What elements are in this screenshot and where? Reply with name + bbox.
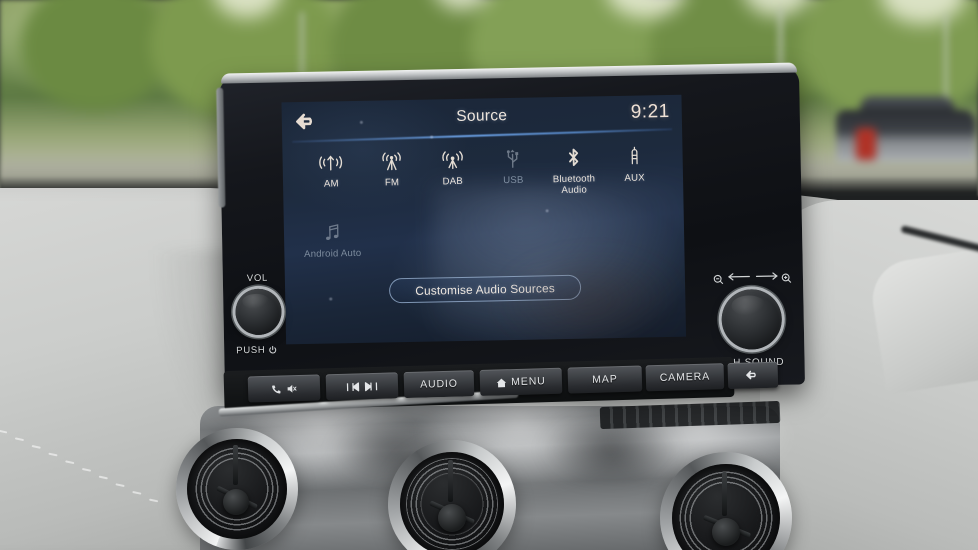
source-item-bluetooth[interactable]: Bluetooth Audio: [543, 144, 605, 197]
source-label: USB: [503, 174, 524, 187]
volume-knob-top-label: VOL: [246, 272, 269, 285]
aux-jack-icon: [624, 143, 644, 167]
zoom-out-icon: [713, 274, 724, 285]
source-label: AUX: [624, 172, 645, 184]
map-zoom-indicators: [713, 271, 792, 286]
source-label: Bluetooth Audio: [552, 173, 596, 197]
fm-antenna-icon: [377, 148, 405, 173]
am-antenna-icon: [317, 149, 345, 174]
source-item-fm[interactable]: FM: [361, 148, 423, 201]
source-grid: AM FM DAB USB Bluetooth Audio AUX Androi…: [300, 143, 666, 260]
bluetooth-icon: [562, 145, 584, 169]
phone-icon: [272, 384, 281, 393]
home-icon: [496, 378, 507, 387]
music-note-icon: [322, 219, 343, 243]
volume-knob-assembly: VOL PUSH: [229, 272, 293, 367]
source-label: FM: [384, 177, 400, 189]
customise-button-label: Customise Audio Sources: [415, 280, 556, 298]
zoom-out-arrow-icon: [727, 273, 750, 281]
screen-header-bar: Source 9:21: [282, 99, 683, 139]
usb-icon: [502, 146, 524, 170]
air-vent-left[interactable]: [176, 428, 298, 550]
hw-button-camera[interactable]: CAMERA: [645, 363, 725, 392]
mute-icon: [287, 384, 297, 393]
hw-button-phone-mute[interactable]: [247, 374, 321, 403]
source-item-android-auto[interactable]: Android Auto: [302, 218, 363, 260]
customise-audio-sources-button[interactable]: Customise Audio Sources: [388, 274, 582, 304]
hw-button-label: CAMERA: [659, 370, 711, 384]
zoom-in-arrow-icon: [755, 272, 778, 280]
next-track-icon: [364, 381, 378, 391]
source-item-usb[interactable]: USB: [482, 145, 544, 198]
volume-knob-bottom-label: PUSH: [236, 345, 277, 356]
power-icon: [269, 345, 277, 354]
hw-button-back[interactable]: [727, 361, 779, 390]
hw-button-track[interactable]: [325, 372, 399, 401]
sound-tune-knob[interactable]: [721, 288, 783, 350]
clock: 9:21: [630, 100, 670, 123]
hw-button-label: MAP: [592, 373, 618, 386]
photo-scene: Source 9:21 AM FM DAB USB Bluetooth Audi…: [0, 0, 978, 550]
source-item-dab[interactable]: DAB: [422, 147, 484, 200]
volume-knob[interactable]: [235, 288, 282, 336]
source-item-am[interactable]: AM: [300, 149, 362, 202]
source-label: DAB: [442, 175, 463, 188]
infotainment-head-unit: Source 9:21 AM FM DAB USB Bluetooth Audi…: [216, 62, 805, 396]
hw-button-menu[interactable]: MENU: [479, 367, 563, 396]
source-item-aux[interactable]: AUX: [604, 143, 666, 196]
hw-button-label: MENU: [511, 375, 546, 389]
back-arrow-icon: [746, 370, 756, 380]
hw-button-audio[interactable]: AUDIO: [403, 370, 475, 399]
hw-button-label: AUDIO: [419, 377, 459, 391]
source-label: AM: [323, 178, 339, 190]
hw-button-map[interactable]: MAP: [567, 365, 643, 394]
touchscreen-display[interactable]: Source 9:21 AM FM DAB USB Bluetooth Audi…: [281, 94, 687, 345]
zoom-in-icon: [781, 273, 792, 283]
prev-track-icon: [346, 381, 360, 391]
page-title: Source: [456, 107, 508, 126]
source-label: Android Auto: [303, 247, 362, 260]
dab-antenna-icon: [438, 147, 466, 172]
